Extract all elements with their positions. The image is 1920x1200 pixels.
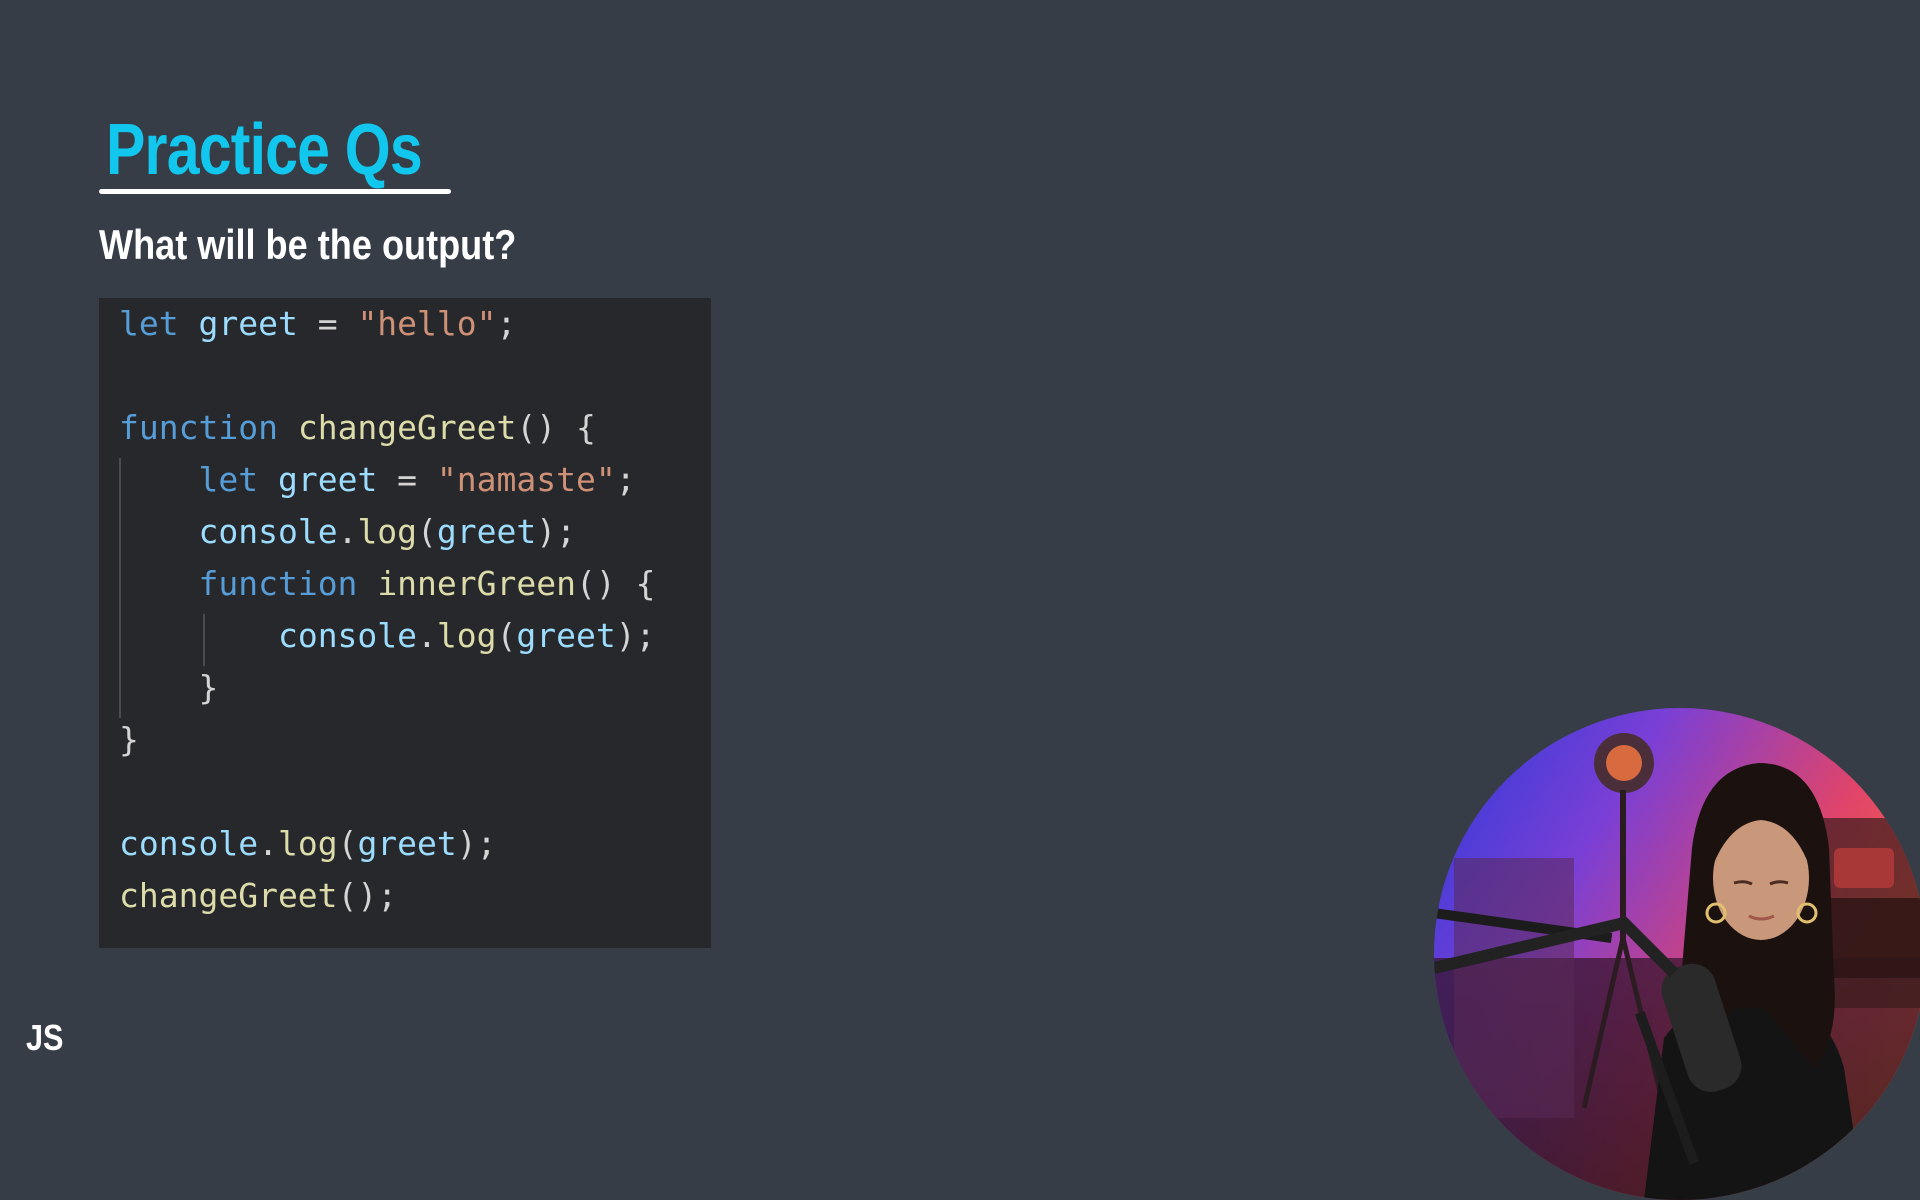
code-token: log xyxy=(436,616,497,655)
code-token: () { xyxy=(516,408,596,447)
js-badge: JS xyxy=(26,1017,64,1058)
code-token: (); xyxy=(337,876,398,915)
code-token: "namaste" xyxy=(436,460,616,499)
code-token: function xyxy=(119,408,278,447)
code-line: let greet = "hello"; xyxy=(119,298,516,350)
code-token: greet xyxy=(516,616,616,655)
code-token: changeGreet xyxy=(119,876,338,915)
code-token: console xyxy=(198,512,338,551)
code-token: ); xyxy=(536,512,577,551)
code-token: innerGreen xyxy=(377,564,576,603)
code-line: console.log(greet); xyxy=(119,610,656,662)
code-token: greet xyxy=(436,512,537,551)
slide: Practice Qs What will be the output? let… xyxy=(0,0,1920,1200)
code-token: changeGreet xyxy=(297,408,517,447)
code-token: ; xyxy=(496,304,517,343)
code-token: let xyxy=(198,460,259,499)
presenter-webcam-icon xyxy=(1434,708,1920,1200)
code-token: . xyxy=(258,824,278,863)
code-token: "hello" xyxy=(357,304,497,343)
code-token: greet xyxy=(357,824,457,863)
code-line: changeGreet(); xyxy=(119,870,397,922)
code-token: = xyxy=(297,304,358,343)
code-token: greet xyxy=(277,460,378,499)
code-token: } xyxy=(119,720,139,759)
code-token: ); xyxy=(456,824,497,863)
code-token: ( xyxy=(496,616,517,655)
webcam-image xyxy=(1434,708,1920,1200)
slide-title: Practice Qs xyxy=(106,110,423,190)
code-token: ; xyxy=(615,460,636,499)
code-token: = xyxy=(377,460,437,499)
title-underline xyxy=(99,189,451,194)
code-token: . xyxy=(417,616,437,655)
code-token: function xyxy=(198,564,358,603)
code-token: log xyxy=(357,512,418,551)
code-token: ( xyxy=(417,512,437,551)
code-line: let greet = "namaste"; xyxy=(119,454,636,506)
code-token: log xyxy=(277,824,338,863)
code-token: ); xyxy=(615,616,656,655)
code-line: } xyxy=(119,662,218,714)
code-line: console.log(greet); xyxy=(119,818,497,870)
code-token: console xyxy=(277,616,418,655)
code-token: () { xyxy=(576,564,656,603)
code-line: } xyxy=(119,714,139,766)
code-line: function changeGreet() { xyxy=(119,402,596,454)
question-text: What will be the output? xyxy=(99,221,517,268)
code-token: ( xyxy=(337,824,358,863)
code-token: console xyxy=(119,824,259,863)
code-line: console.log(greet); xyxy=(119,506,576,558)
code-token: let xyxy=(119,304,179,343)
code-line: function innerGreen() { xyxy=(119,558,655,610)
code-token: } xyxy=(119,668,219,707)
code-token: greet xyxy=(198,304,298,343)
code-token: . xyxy=(337,512,358,551)
code-block: let greet = "hello"; function changeGreet… xyxy=(99,298,711,948)
